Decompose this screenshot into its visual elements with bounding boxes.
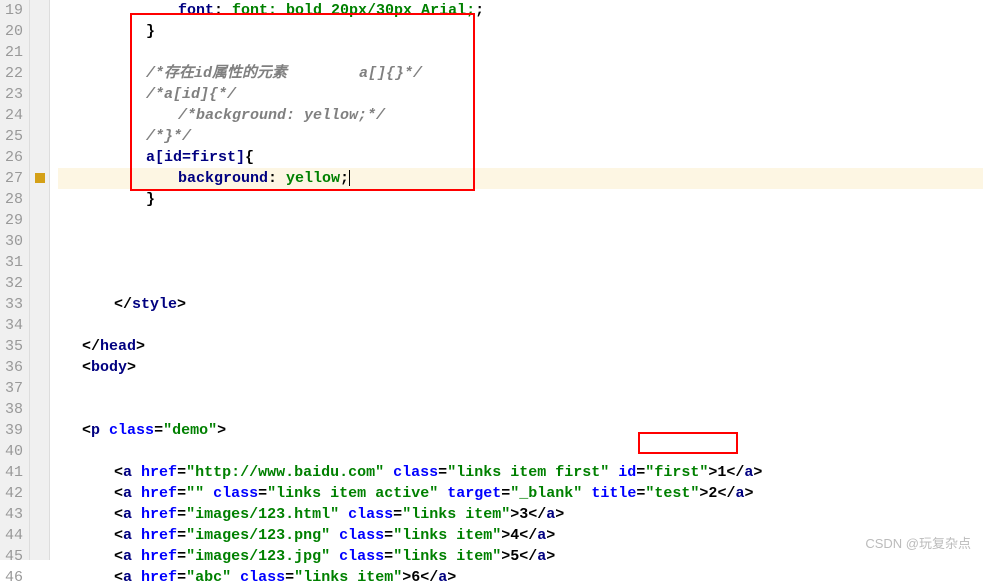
line-number: 42 [0, 483, 23, 504]
marker-slot [30, 525, 49, 546]
line-number: 44 [0, 525, 23, 546]
line-number: 27 [0, 168, 23, 189]
marker-slot [30, 336, 49, 357]
code-line-22[interactable]: /*存在id属性的元素 a[]{}*/ [58, 63, 983, 84]
line-number: 38 [0, 399, 23, 420]
line-number: 45 [0, 546, 23, 567]
marker-slot [30, 189, 49, 210]
code-line-32[interactable] [58, 273, 983, 294]
marker-slot [30, 210, 49, 231]
code-line-41[interactable]: <a href="http://www.baidu.com" class="li… [58, 462, 983, 483]
marker-slot [30, 84, 49, 105]
line-number: 39 [0, 420, 23, 441]
line-number: 19 [0, 0, 23, 21]
code-line-35[interactable]: </head> [58, 336, 983, 357]
text-cursor [349, 170, 350, 186]
line-number: 24 [0, 105, 23, 126]
watermark: CSDN @玩复杂点 [865, 533, 971, 552]
code-line-37[interactable] [58, 378, 983, 399]
line-number: 20 [0, 21, 23, 42]
marker-slot [30, 441, 49, 462]
line-number: 30 [0, 231, 23, 252]
code-line-40[interactable] [58, 441, 983, 462]
code-line-29[interactable] [58, 210, 983, 231]
code-line-39[interactable]: <p class="demo"> [58, 420, 983, 441]
marker-slot [30, 315, 49, 336]
code-line-27[interactable]: background: yellow; [58, 168, 983, 189]
line-number: 43 [0, 504, 23, 525]
marker-slot [30, 0, 49, 21]
line-number: 35 [0, 336, 23, 357]
marker-slot [30, 252, 49, 273]
line-number-gutter: 1920212223242526272829303132333435363738… [0, 0, 30, 560]
marker-slot [30, 63, 49, 84]
line-number: 37 [0, 378, 23, 399]
marker-slot [30, 483, 49, 504]
line-number: 41 [0, 462, 23, 483]
code-line-43[interactable]: <a href="images/123.html" class="links i… [58, 504, 983, 525]
marker-slot [30, 105, 49, 126]
line-number: 33 [0, 294, 23, 315]
marker-slot [30, 147, 49, 168]
code-line-23[interactable]: /*a[id]{*/ [58, 84, 983, 105]
marker-slot [30, 168, 49, 189]
line-number: 26 [0, 147, 23, 168]
code-line-21[interactable] [58, 42, 983, 63]
line-number: 40 [0, 441, 23, 462]
marker-slot [30, 378, 49, 399]
code-line-28[interactable]: } [58, 189, 983, 210]
line-number: 25 [0, 126, 23, 147]
code-line-19[interactable]: font: font: bold 20px/30px Arial;; [58, 0, 983, 21]
line-number: 22 [0, 63, 23, 84]
code-editor[interactable]: font: font: bold 20px/30px Arial;; } /*存… [50, 0, 983, 560]
code-line-30[interactable] [58, 231, 983, 252]
marker-slot [30, 420, 49, 441]
code-line-46[interactable]: <a href="abc" class="links item">6</a> [58, 567, 983, 588]
code-line-44[interactable]: <a href="images/123.png" class="links it… [58, 525, 983, 546]
code-line-45[interactable]: <a href="images/123.jpg" class="links it… [58, 546, 983, 567]
marker-slot [30, 126, 49, 147]
marker-slot [30, 21, 49, 42]
marker-slot [30, 294, 49, 315]
code-line-25[interactable]: /*}*/ [58, 126, 983, 147]
marker-slot [30, 273, 49, 294]
marker-slot [30, 399, 49, 420]
marker-slot [30, 462, 49, 483]
code-line-38[interactable] [58, 399, 983, 420]
line-number: 29 [0, 210, 23, 231]
marker-slot [30, 567, 49, 588]
line-number: 34 [0, 315, 23, 336]
line-number: 23 [0, 84, 23, 105]
code-line-24[interactable]: /*background: yellow;*/ [58, 105, 983, 126]
code-line-26[interactable]: a[id=first]{ [58, 147, 983, 168]
marker-slot [30, 42, 49, 63]
code-line-20[interactable]: } [58, 21, 983, 42]
line-number: 32 [0, 273, 23, 294]
marker-slot [30, 231, 49, 252]
modified-marker-icon [35, 173, 45, 183]
code-line-42[interactable]: <a href="" class="links item active" tar… [58, 483, 983, 504]
marker-slot [30, 357, 49, 378]
marker-slot [30, 504, 49, 525]
line-number: 21 [0, 42, 23, 63]
code-line-33[interactable]: </style> [58, 294, 983, 315]
line-number: 46 [0, 567, 23, 588]
code-line-31[interactable] [58, 252, 983, 273]
line-number: 36 [0, 357, 23, 378]
marker-column [30, 0, 50, 560]
code-line-34[interactable] [58, 315, 983, 336]
line-number: 28 [0, 189, 23, 210]
code-line-36[interactable]: <body> [58, 357, 983, 378]
marker-slot [30, 546, 49, 567]
line-number: 31 [0, 252, 23, 273]
